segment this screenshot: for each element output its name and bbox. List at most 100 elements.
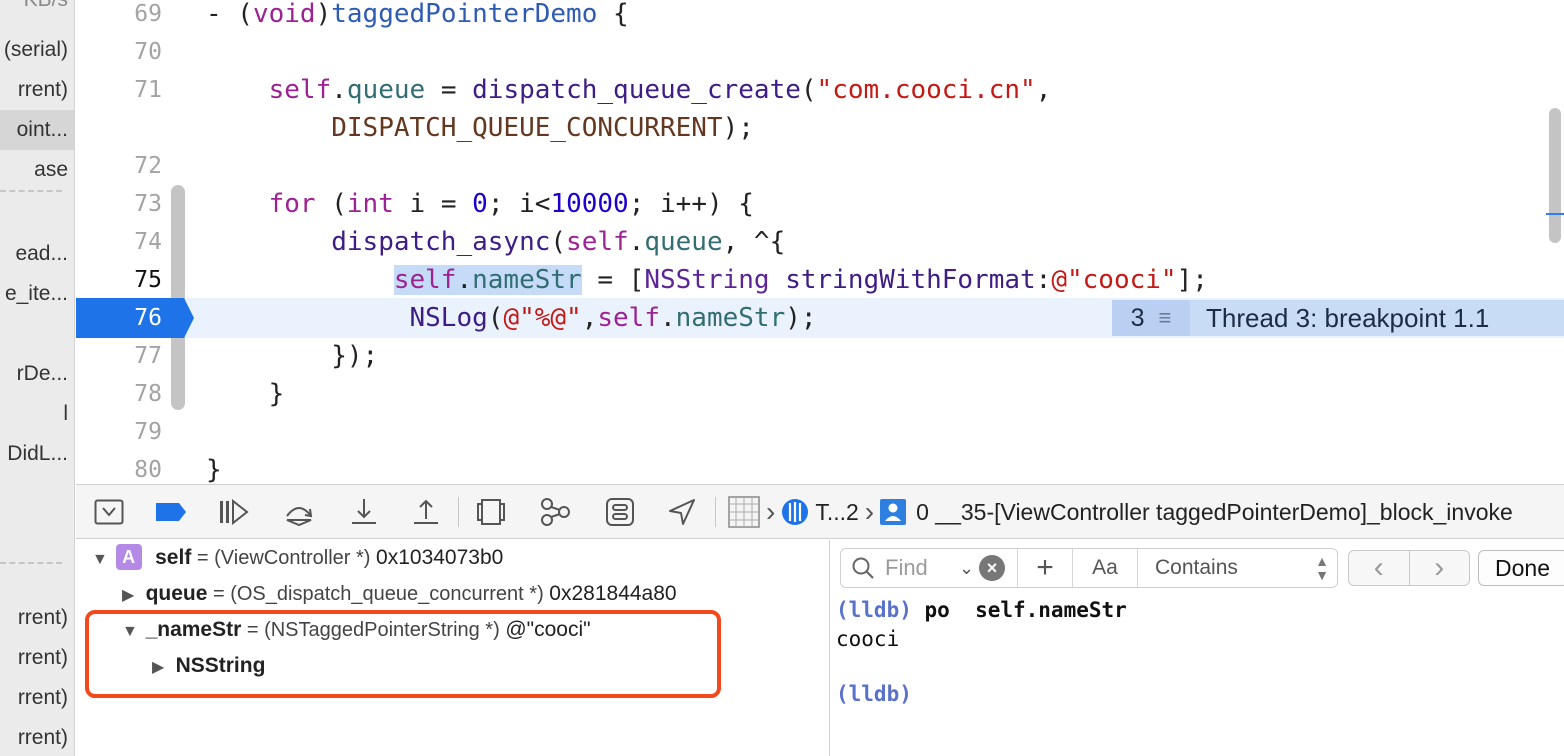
toolbar-separator	[715, 497, 716, 527]
code-line[interactable]: }	[206, 375, 285, 413]
line-number-gutter: 69 70 71 72 73 74 75 77 78 79 80	[76, 0, 185, 484]
breadcrumb-thread[interactable]: T...2	[815, 499, 858, 526]
disclosure-closed-icon[interactable]: ▶	[122, 579, 140, 613]
thread-breakpoint-annotation[interactable]: 3 ≡ Thread 3: breakpoint 1.1	[1112, 300, 1564, 336]
navigator-item[interactable]: KB/s	[0, 0, 74, 20]
code-token: taggedPointerDemo	[331, 0, 598, 29]
code-token: (	[487, 303, 504, 333]
code-token: (	[550, 227, 567, 257]
code-line[interactable]: dispatch_async(self.queue, ^{	[206, 223, 785, 261]
code-line[interactable]: DISPATCH_QUEUE_CONCURRENT);	[206, 109, 754, 147]
line-number[interactable]: 74	[76, 223, 162, 261]
navigator-item[interactable]	[0, 514, 74, 554]
navigator-item[interactable]: rrent)	[0, 638, 74, 678]
navigator-item[interactable]	[0, 314, 74, 354]
disclosure-open-icon[interactable]: ▼	[92, 543, 110, 577]
step-into-button[interactable]	[346, 495, 382, 529]
code-token: ];	[1176, 265, 1208, 295]
line-number[interactable]	[76, 109, 162, 147]
breakpoints-toggle-button[interactable]	[153, 495, 189, 529]
console-find-bar: Find ⌄ × + Aa Contains ▲ ▼	[840, 548, 1338, 588]
add-pattern-icon[interactable]: +	[1018, 548, 1072, 588]
navigator-item[interactable]: e_ite...	[0, 274, 74, 314]
variable-row-queue[interactable]: ▶ queue = (OS_dispatch_queue_concurrent …	[122, 577, 677, 611]
code-line[interactable]: }	[206, 451, 222, 484]
navigator-item[interactable]: rrent)	[0, 678, 74, 718]
variable-row-self[interactable]: ▼ A self = (ViewController *) 0x1034073b…	[92, 541, 503, 575]
code-token: self	[597, 303, 660, 333]
navigator-item[interactable]: rDe...	[0, 354, 74, 394]
match-mode-select[interactable]: Contains	[1138, 556, 1307, 580]
lldb-command: po self.nameStr	[911, 598, 1127, 622]
line-number[interactable]: 73	[76, 185, 162, 223]
code-token: = [	[581, 265, 645, 295]
navigator-item[interactable]: rrent)	[0, 598, 74, 638]
memory-graph-button[interactable]	[537, 495, 573, 529]
code-token: )	[315, 0, 332, 29]
find-previous-button[interactable]: ‹	[1349, 551, 1409, 585]
line-number[interactable]: 75	[76, 261, 162, 299]
line-number[interactable]: 70	[76, 33, 162, 71]
navigator-item[interactable]: oint...	[0, 110, 74, 150]
navigator-item[interactable]: rrent)	[0, 70, 74, 110]
code-token: , ^{	[722, 227, 786, 257]
done-button[interactable]: Done	[1478, 550, 1564, 586]
navigator-item[interactable]	[0, 474, 74, 514]
chevron-down-icon[interactable]: ⌄	[959, 558, 979, 579]
code-line[interactable]: self.nameStr = [NSString stringWithForma…	[206, 261, 1208, 299]
search-icon	[841, 556, 885, 580]
variables-view[interactable]: ▼ A self = (ViewController *) 0x1034073b…	[76, 540, 829, 756]
navigator-item[interactable]: l	[0, 394, 74, 434]
line-number[interactable]: 77	[76, 337, 162, 375]
line-number[interactable]: 71	[76, 71, 162, 109]
match-case-button[interactable]: Aa	[1073, 556, 1137, 580]
navigator-divider	[0, 562, 62, 564]
navigator-item[interactable]: rrent)	[0, 718, 74, 756]
code-line[interactable]: NSLog(@"%@",self.nameStr);	[206, 299, 817, 337]
line-number[interactable]: 80	[76, 451, 162, 484]
line-number[interactable]: 72	[76, 147, 162, 185]
step-out-button[interactable]	[408, 495, 444, 529]
code-line[interactable]: self.queue = dispatch_queue_create("com.…	[206, 71, 1052, 109]
step-out-icon	[414, 499, 438, 524]
code-line[interactable]: });	[206, 337, 378, 375]
breadcrumb-frame[interactable]: 0 __35-[ViewController taggedPointerDemo…	[916, 499, 1513, 526]
navigator-item[interactable]: DidL...	[0, 434, 74, 474]
simulate-location-button[interactable]	[664, 495, 700, 529]
editor-scrollbar[interactable]	[1549, 108, 1561, 243]
breakpoint-marker[interactable]: 76	[76, 298, 194, 338]
navigator-item[interactable]	[0, 554, 74, 594]
line-number[interactable]: 69	[76, 0, 162, 33]
line-number[interactable]: 79	[76, 413, 162, 451]
environment-overrides-icon	[606, 498, 634, 526]
code-token: {	[597, 0, 629, 29]
navigator-item[interactable]: ead...	[0, 234, 74, 274]
code-line[interactable]: - (void)taggedPointerDemo {	[206, 0, 629, 33]
thread-count-badge[interactable]: 3 ≡	[1112, 300, 1190, 336]
updown-chevron-icon[interactable]: ▲ ▼	[1307, 554, 1337, 582]
chevron-right-icon: ›	[864, 496, 875, 527]
process-grid-icon[interactable]	[728, 496, 760, 528]
find-input[interactable]: Find	[885, 555, 959, 581]
navigator-item[interactable]: (serial)	[0, 30, 74, 70]
console-area[interactable]: Find ⌄ × + Aa Contains ▲ ▼ ‹ › Done (lldb…	[830, 540, 1564, 756]
clear-search-icon[interactable]: ×	[979, 555, 1005, 581]
environment-overrides-button[interactable]	[602, 495, 638, 529]
line-number[interactable]: 78	[76, 375, 162, 413]
continue-button[interactable]	[216, 495, 252, 529]
code-token: );	[722, 113, 754, 143]
navigator-item[interactable]: ase	[0, 150, 74, 190]
view-hierarchy-icon	[477, 499, 505, 525]
variable-value: 0x1034073b0	[376, 546, 504, 569]
debug-view-hierarchy-button[interactable]	[473, 495, 509, 529]
hide-debug-area-button[interactable]	[91, 495, 127, 529]
find-next-button[interactable]: ›	[1410, 551, 1470, 585]
console-output-text: cooci	[836, 627, 900, 651]
navigator-item[interactable]	[0, 190, 74, 230]
step-over-button[interactable]	[281, 495, 317, 529]
source-editor[interactable]: 69 70 71 72 73 74 75 77 78 79 80 76 - (void)tagged…	[76, 0, 1564, 484]
code-token: });	[206, 341, 379, 371]
annotation-highlight-box	[85, 610, 721, 698]
code-line[interactable]: for (int i = 0; i<10000; i++) {	[206, 185, 754, 223]
